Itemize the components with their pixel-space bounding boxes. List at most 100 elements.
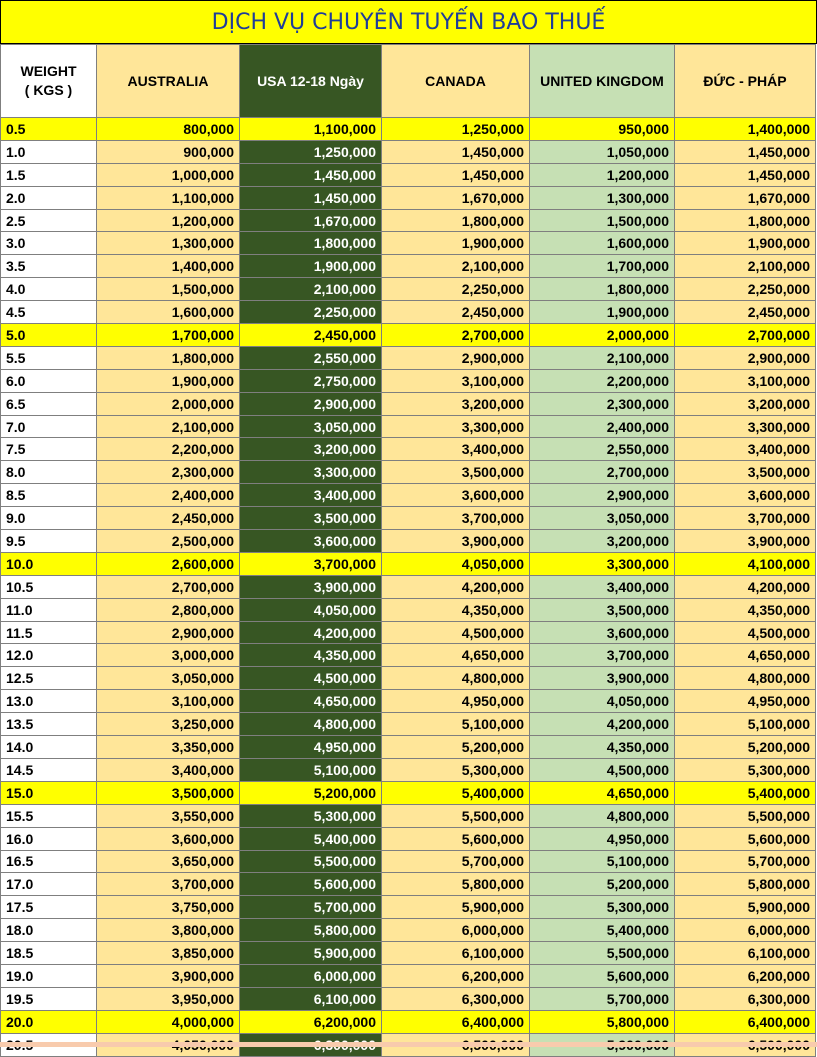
uk-price: 4,800,000 — [529, 803, 675, 828]
germany-france-price: 3,700,000 — [674, 506, 816, 531]
uk-price: 3,200,000 — [529, 529, 675, 553]
germany-france-price: 5,800,000 — [674, 872, 816, 897]
table-row: 12.5 3,050,000 4,500,000 4,800,000 3,900,000… — [0, 666, 816, 691]
table-row: 1.5 1,000,000 1,450,000 1,450,000 1,200,000 1… — [0, 162, 816, 187]
germany-france-price: 5,300,000 — [674, 757, 816, 782]
germany-france-price: 3,600,000 — [674, 483, 816, 508]
weight-cell: 19.5 — [0, 986, 97, 1011]
canada-price: 4,950,000 — [381, 689, 530, 714]
usa-price: 4,650,000 — [239, 689, 382, 714]
usa-price: 4,050,000 — [239, 597, 382, 622]
germany-france-price: 6,300,000 — [674, 986, 816, 1011]
germany-france-price: 5,100,000 — [674, 712, 816, 737]
weight-cell: 7.5 — [0, 437, 97, 462]
germany-france-price: 6,400,000 — [674, 1009, 816, 1034]
germany-france-price: 5,600,000 — [674, 826, 816, 851]
header-weight-line2: ( KGS ) — [24, 82, 73, 98]
rate-table: WEIGHT ( KGS ) AUSTRALIA USA 12-18 Ngày … — [0, 44, 816, 1057]
table-row: 13.0 3,100,000 4,650,000 4,950,000 4,050,000… — [0, 689, 816, 714]
germany-france-price: 5,700,000 — [674, 849, 816, 874]
australia-price: 2,700,000 — [96, 574, 240, 599]
table-row: 12.0 3,000,000 4,350,000 4,650,000 3,700,000… — [0, 643, 816, 668]
australia-price: 1,900,000 — [96, 368, 240, 393]
usa-price: 5,400,000 — [239, 826, 382, 851]
australia-price: 2,100,000 — [96, 414, 240, 439]
germany-france-price: 6,000,000 — [674, 918, 816, 943]
usa-price: 4,350,000 — [239, 643, 382, 668]
germany-france-price: 5,400,000 — [674, 780, 816, 805]
canada-price: 5,800,000 — [381, 872, 530, 897]
table-row: 15.0 3,500,000 5,200,000 5,400,000 4,650,000… — [0, 780, 816, 805]
canada-price: 3,700,000 — [381, 506, 530, 531]
table-row: 1.0 900,000 1,250,000 1,450,000 1,050,000 1,4… — [0, 139, 816, 164]
uk-price: 3,400,000 — [529, 574, 675, 599]
australia-price: 2,900,000 — [96, 620, 240, 645]
header-australia: AUSTRALIA — [96, 44, 240, 118]
canada-price: 4,050,000 — [381, 551, 530, 576]
uk-price: 4,200,000 — [529, 712, 675, 737]
usa-price: 4,200,000 — [239, 620, 382, 645]
canada-price: 3,200,000 — [381, 391, 530, 416]
header-row: WEIGHT ( KGS ) AUSTRALIA USA 12-18 Ngày … — [0, 44, 816, 118]
usa-price: 2,900,000 — [239, 391, 382, 416]
uk-price: 1,900,000 — [529, 300, 675, 325]
uk-price: 2,700,000 — [529, 460, 675, 485]
usa-price: 2,450,000 — [239, 323, 382, 347]
uk-price: 5,800,000 — [529, 1009, 675, 1034]
canada-price: 5,500,000 — [381, 803, 530, 828]
weight-cell: 9.5 — [0, 529, 97, 553]
usa-price: 5,700,000 — [239, 895, 382, 920]
germany-france-price: 1,400,000 — [674, 117, 816, 141]
uk-price: 2,550,000 — [529, 437, 675, 462]
table-row: 2.0 1,100,000 1,450,000 1,670,000 1,300,000 1… — [0, 185, 816, 210]
usa-price: 1,100,000 — [239, 117, 382, 141]
usa-price: 3,050,000 — [239, 414, 382, 439]
canada-price: 4,500,000 — [381, 620, 530, 645]
germany-france-price: 3,900,000 — [674, 529, 816, 553]
germany-france-price: 1,900,000 — [674, 231, 816, 256]
australia-price: 2,500,000 — [96, 529, 240, 553]
weight-cell: 0.5 — [0, 117, 97, 141]
uk-price: 5,400,000 — [529, 918, 675, 943]
canada-price: 5,700,000 — [381, 849, 530, 874]
canada-price: 5,200,000 — [381, 735, 530, 759]
weight-cell: 5.0 — [0, 323, 97, 347]
table-row: 16.0 3,600,000 5,400,000 5,600,000 4,950,000… — [0, 826, 816, 851]
table-row: 6.0 1,900,000 2,750,000 3,100,000 2,200,000 3… — [0, 368, 816, 393]
usa-price: 5,800,000 — [239, 918, 382, 943]
table-row: 19.0 3,900,000 6,000,000 6,200,000 5,600,000… — [0, 963, 816, 988]
usa-price: 2,550,000 — [239, 345, 382, 370]
weight-cell: 11.0 — [0, 597, 97, 622]
weight-cell: 12.0 — [0, 643, 97, 668]
weight-cell: 9.0 — [0, 506, 97, 531]
rate-sheet: DỊCH VỤ CHUYÊN TUYẾN BAO THUẾ WEIGHT ( K… — [0, 0, 817, 1057]
weight-cell: 6.5 — [0, 391, 97, 416]
table-row: 2.5 1,200,000 1,670,000 1,800,000 1,500,000 1… — [0, 208, 816, 233]
germany-france-price: 5,500,000 — [674, 803, 816, 828]
usa-price: 5,300,000 — [239, 803, 382, 828]
australia-price: 3,100,000 — [96, 689, 240, 714]
australia-price: 1,800,000 — [96, 345, 240, 370]
canada-price: 3,100,000 — [381, 368, 530, 393]
australia-price: 3,050,000 — [96, 666, 240, 691]
uk-price: 4,500,000 — [529, 757, 675, 782]
usa-price: 5,600,000 — [239, 872, 382, 897]
australia-price: 3,700,000 — [96, 872, 240, 897]
australia-price: 1,600,000 — [96, 300, 240, 325]
uk-price: 3,050,000 — [529, 506, 675, 531]
canada-price: 1,800,000 — [381, 208, 530, 233]
uk-price: 3,600,000 — [529, 620, 675, 645]
uk-price: 1,800,000 — [529, 277, 675, 302]
canada-price: 1,250,000 — [381, 117, 530, 141]
uk-price: 1,600,000 — [529, 231, 675, 256]
uk-price: 950,000 — [529, 117, 675, 141]
usa-price: 2,100,000 — [239, 277, 382, 302]
uk-price: 1,050,000 — [529, 139, 675, 164]
canada-price: 5,600,000 — [381, 826, 530, 851]
australia-price: 3,550,000 — [96, 803, 240, 828]
weight-cell: 14.5 — [0, 757, 97, 782]
germany-france-price: 3,300,000 — [674, 414, 816, 439]
uk-price: 3,900,000 — [529, 666, 675, 691]
australia-price: 2,450,000 — [96, 506, 240, 531]
weight-cell: 16.0 — [0, 826, 97, 851]
